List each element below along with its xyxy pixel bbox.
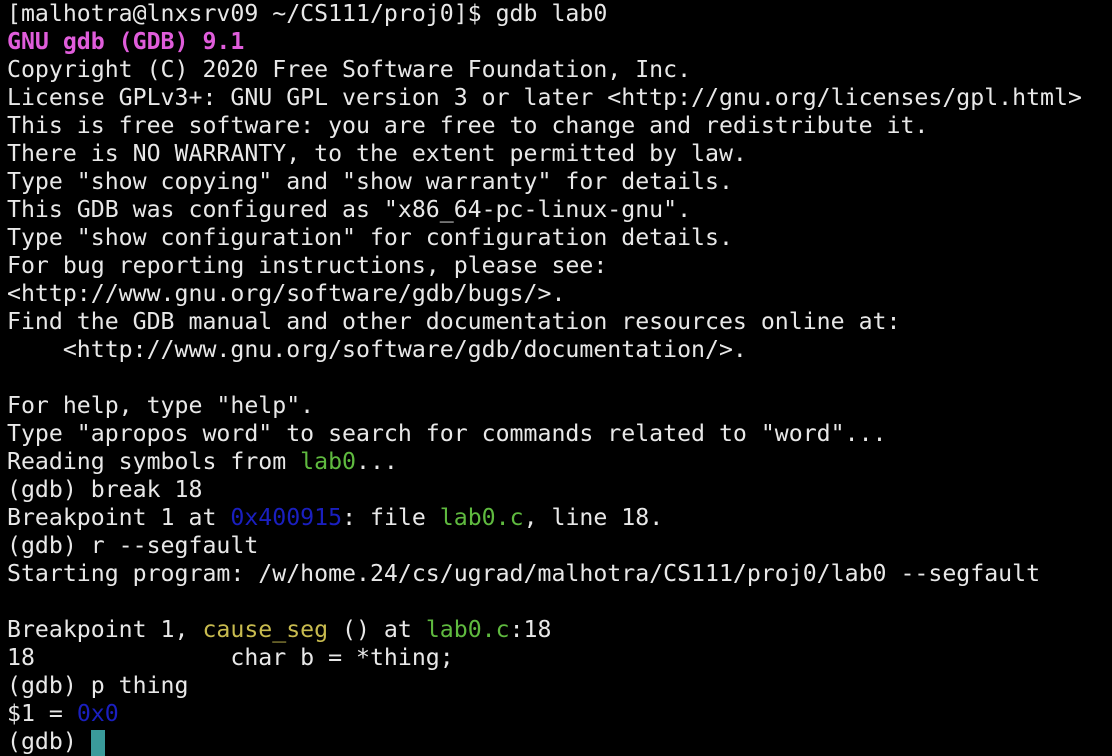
text-segment: ... — [356, 448, 398, 475]
text-segment: Type "show configuration" for configurat… — [7, 224, 733, 251]
terminal-line: This is free software: you are free to c… — [7, 112, 1112, 140]
text-segment: Reading symbols from — [7, 448, 301, 475]
text-segment: Breakpoint 1 at — [7, 504, 231, 531]
terminal-line: $1 = 0x0 — [7, 700, 1112, 728]
text-segment: This GDB was configured as "x86_64-pc-li… — [7, 196, 692, 223]
terminal-line: Reading symbols from lab0... — [7, 448, 1112, 476]
terminal-line: License GPLv3+: GNU GPL version 3 or lat… — [7, 84, 1112, 112]
terminal-line: There is NO WARRANTY, to the extent perm… — [7, 140, 1112, 168]
terminal-line: (gdb) — [7, 728, 1112, 756]
text-segment: (gdb) p thing — [7, 672, 189, 699]
terminal-line: Starting program: /w/home.24/cs/ugrad/ma… — [7, 560, 1112, 588]
text-segment: Copyright (C) 2020 Free Software Foundat… — [7, 56, 692, 83]
terminal-line: <http://www.gnu.org/software/gdb/documen… — [7, 336, 1112, 364]
terminal-line: <http://www.gnu.org/software/gdb/bugs/>. — [7, 280, 1112, 308]
text-banner: GNU gdb (GDB) 9.1 — [7, 28, 245, 55]
terminal-line: Copyright (C) 2020 Free Software Foundat… — [7, 56, 1112, 84]
text-filename: lab0.c — [425, 616, 510, 643]
terminal-line: Find the GDB manual and other documentat… — [7, 308, 1112, 336]
terminal-cursor — [90, 730, 105, 756]
text-segment: (gdb) break 18 — [7, 476, 203, 503]
terminal-line: [malhotra@lnxsrv09 ~/CS111/proj0]$ gdb l… — [7, 0, 1112, 28]
terminal-line: Breakpoint 1, cause_seg () at lab0.c:18 — [7, 616, 1112, 644]
text-segment: Breakpoint 1, — [7, 616, 203, 643]
terminal-line: Breakpoint 1 at 0x400915: file lab0.c, l… — [7, 504, 1112, 532]
text-segment: Find the GDB manual and other documentat… — [7, 308, 901, 335]
terminal-line: (gdb) p thing — [7, 672, 1112, 700]
text-segment: $1 = — [7, 700, 77, 727]
terminal-line: Type "show configuration" for configurat… — [7, 224, 1112, 252]
text-segment: : file — [342, 504, 440, 531]
text-segment: There is NO WARRANTY, to the extent perm… — [7, 140, 747, 167]
terminal-line: GNU gdb (GDB) 9.1 — [7, 28, 1112, 56]
text-segment: For help, type "help". — [7, 392, 315, 419]
terminal-line: This GDB was configured as "x86_64-pc-li… — [7, 196, 1112, 224]
terminal-line: Type "apropos word" to search for comman… — [7, 420, 1112, 448]
text-segment: For bug reporting instructions, please s… — [7, 252, 608, 279]
text-segment: , line 18. — [523, 504, 664, 531]
text-address: 0x400915 — [230, 504, 343, 531]
terminal-line: 18 char b = *thing; — [7, 644, 1112, 672]
text-address: 0x0 — [76, 700, 119, 727]
text-segment: () at — [328, 616, 426, 643]
terminal-line: For bug reporting instructions, please s… — [7, 252, 1112, 280]
text-segment: License GPLv3+: GNU GPL version 3 or lat… — [7, 84, 1082, 111]
text-segment: 18 char b = *thing; — [7, 644, 454, 671]
text-segment: <http://www.gnu.org/software/gdb/documen… — [7, 336, 747, 363]
terminal-line: For help, type "help". — [7, 392, 1112, 420]
text-segment: Type "apropos word" to search for comman… — [7, 420, 887, 447]
terminal-line: (gdb) break 18 — [7, 476, 1112, 504]
terminal-line: (gdb) r --segfault — [7, 532, 1112, 560]
text-function: cause_seg — [202, 616, 329, 643]
terminal-line: Type "show copying" and "show warranty" … — [7, 168, 1112, 196]
text-segment: This is free software: you are free to c… — [7, 112, 929, 139]
text-filename: lab0.c — [439, 504, 524, 531]
text-segment: Starting program: /w/home.24/cs/ugrad/ma… — [7, 560, 1041, 587]
terminal-window[interactable]: [malhotra@lnxsrv09 ~/CS111/proj0]$ gdb l… — [0, 0, 1112, 756]
text-segment: :18 — [509, 616, 552, 643]
text-segment: (gdb) — [7, 728, 91, 755]
text-filename: lab0 — [300, 448, 357, 475]
text-segment: Type "show copying" and "show warranty" … — [7, 168, 733, 195]
text-segment: [malhotra@lnxsrv09 ~/CS111/proj0]$ gdb l… — [7, 0, 608, 27]
text-segment: <http://www.gnu.org/software/gdb/bugs/>. — [7, 280, 566, 307]
text-segment: (gdb) r --segfault — [7, 532, 259, 559]
